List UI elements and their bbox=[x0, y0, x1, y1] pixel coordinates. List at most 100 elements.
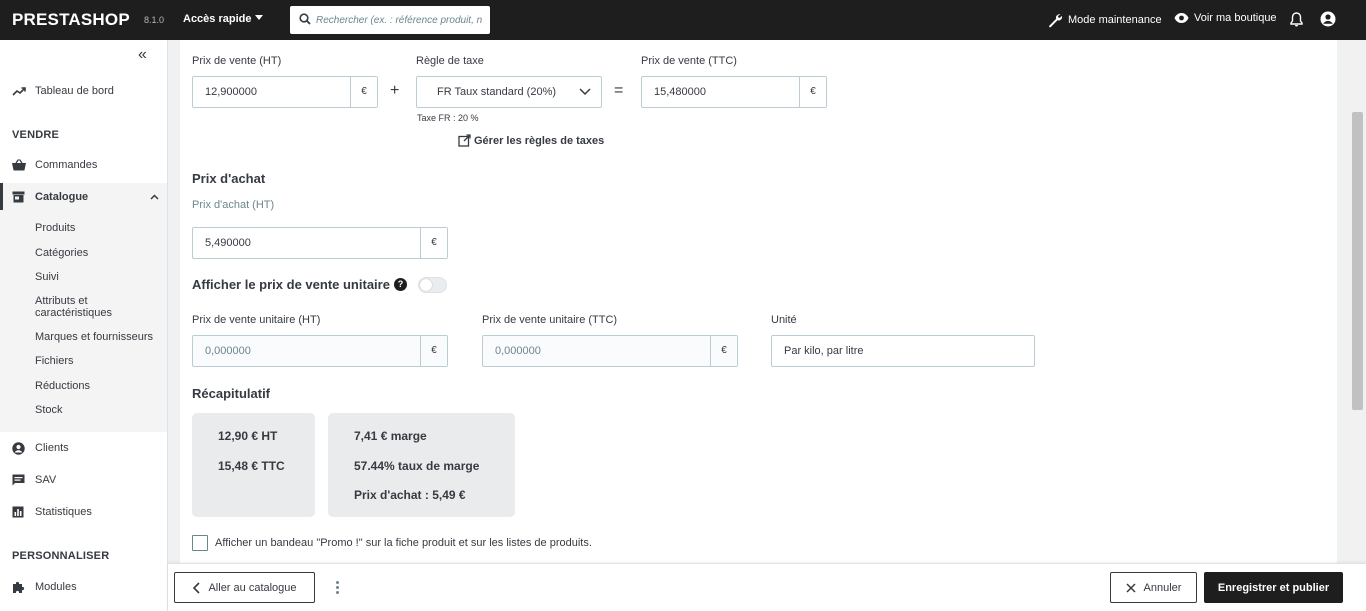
scrollbar[interactable] bbox=[1349, 40, 1366, 563]
user-circle-icon bbox=[12, 441, 25, 455]
sidebar-item-sav[interactable]: SAV bbox=[0, 473, 167, 487]
maintenance-mode-link[interactable]: Mode maintenance bbox=[1047, 12, 1162, 28]
tax-rule-value: FR Taux standard (20%) bbox=[437, 86, 557, 98]
retail-price-ttc-input[interactable]: 15,480000 € bbox=[641, 76, 827, 108]
external-link-icon bbox=[458, 134, 471, 147]
puzzle-icon bbox=[13, 581, 25, 593]
summary-margin: 7,41 € marge bbox=[354, 429, 427, 443]
sidebar-subitem-attributes[interactable]: Attributs et caractéristiques bbox=[35, 295, 145, 319]
prestashop-logo[interactable]: PRESTASHOP bbox=[12, 10, 130, 30]
plus-sign: + bbox=[390, 82, 400, 99]
quick-access-menu[interactable]: Accès rapide bbox=[183, 13, 264, 25]
unit-price-ttc-placeholder: 0,000000 bbox=[495, 345, 541, 357]
sidebar-item-label: Statistiques bbox=[35, 506, 92, 518]
message-icon bbox=[12, 474, 25, 486]
currency-addon: € bbox=[420, 228, 447, 258]
sidebar-subitem-files[interactable]: Fichiers bbox=[35, 355, 74, 367]
basket-icon bbox=[12, 159, 26, 171]
tax-rule-select[interactable]: FR Taux standard (20%) bbox=[416, 76, 602, 108]
sidebar-item-orders[interactable]: Commandes bbox=[0, 158, 167, 172]
sidebar-item-label: SAV bbox=[35, 474, 57, 486]
tax-hint: Taxe FR : 20 % bbox=[417, 113, 479, 123]
sidebar-item-label: Clients bbox=[35, 442, 69, 454]
chevron-down-icon bbox=[579, 88, 591, 96]
cost-price-label: Prix d'achat (HT) bbox=[192, 199, 275, 211]
store-icon bbox=[12, 191, 25, 203]
view-shop-label: Voir ma boutique bbox=[1194, 12, 1277, 24]
retail-price-ttc-label: Prix de vente (TTC) bbox=[641, 55, 737, 67]
currency-addon: € bbox=[350, 77, 377, 107]
caret-down-icon bbox=[255, 15, 264, 20]
equals-sign: = bbox=[614, 82, 624, 99]
more-options-icon[interactable] bbox=[336, 581, 339, 594]
sidebar-item-label: Catalogue bbox=[35, 191, 89, 203]
search-icon bbox=[299, 13, 311, 25]
sidebar-item-modules[interactable]: Modules bbox=[0, 580, 167, 594]
chevron-up-icon bbox=[150, 194, 159, 200]
sidebar-subitem-tracking[interactable]: Suivi bbox=[35, 271, 59, 283]
summary-title: Récapitulatif bbox=[192, 386, 271, 401]
back-to-catalog-label: Aller au catalogue bbox=[208, 581, 297, 594]
sidebar-item-dashboard[interactable]: Tableau de bord bbox=[0, 84, 167, 98]
sidebar-item-catalog[interactable]: Catalogue bbox=[0, 190, 167, 204]
sidebar-subitem-stock[interactable]: Stock bbox=[35, 404, 63, 416]
manage-tax-rules-link[interactable]: Gérer les règles de taxes bbox=[458, 134, 604, 147]
promo-checkbox-label: Afficher un bandeau "Promo !" sur la fic… bbox=[215, 537, 592, 549]
account-icon[interactable] bbox=[1320, 11, 1336, 27]
sidebar-item-stats[interactable]: Statistiques bbox=[0, 505, 167, 519]
sidebar-subitem-categories[interactable]: Catégories bbox=[35, 247, 88, 259]
currency-addon: € bbox=[710, 336, 737, 366]
save-and-publish-label: Enregistrer et publier bbox=[1217, 581, 1330, 594]
sidebar-item-label: Modules bbox=[35, 581, 77, 593]
sidebar-item-label: Tableau de bord bbox=[35, 85, 114, 97]
bell-icon[interactable] bbox=[1290, 12, 1303, 27]
help-icon[interactable]: ? bbox=[394, 278, 407, 291]
cost-price-title: Prix d'achat bbox=[192, 171, 266, 186]
summary-price-ttc: 15,48 € TTC bbox=[218, 459, 285, 473]
scrollbar-thumb[interactable] bbox=[1352, 112, 1363, 410]
sidebar: « Tableau de bord VENDRE Commandes Catal… bbox=[0, 40, 168, 611]
bar-chart-icon bbox=[12, 506, 24, 518]
currency-addon: € bbox=[420, 336, 447, 366]
collapse-sidebar-icon[interactable]: « bbox=[138, 46, 147, 64]
sidebar-subitem-brands[interactable]: Marques et fournisseurs bbox=[35, 331, 153, 343]
retail-price-ht-input[interactable]: 12,900000 € bbox=[192, 76, 378, 108]
toggle-knob bbox=[420, 279, 432, 291]
cancel-label: Annuler bbox=[1143, 581, 1182, 594]
sidebar-subitem-products[interactable]: Produits bbox=[35, 222, 75, 234]
view-shop-link[interactable]: Voir ma boutique bbox=[1174, 12, 1277, 24]
section-title-customize: PERSONNALISER bbox=[12, 550, 110, 562]
eye-icon bbox=[1174, 13, 1189, 23]
quick-access-label: Accès rapide bbox=[183, 13, 252, 25]
cancel-button[interactable]: Annuler bbox=[1110, 572, 1197, 603]
sidebar-item-customers[interactable]: Clients bbox=[0, 441, 167, 455]
section-title-sell: VENDRE bbox=[12, 129, 60, 141]
sidebar-item-label: Commandes bbox=[35, 159, 98, 171]
unit-price-toggle[interactable] bbox=[418, 277, 447, 293]
tax-rule-label: Règle de taxe bbox=[416, 55, 484, 67]
search-box[interactable] bbox=[290, 6, 490, 34]
search-input[interactable] bbox=[316, 10, 484, 30]
summary-card-margin: 7,41 € marge 57.44% taux de marge Prix d… bbox=[328, 413, 515, 517]
back-to-catalog-button[interactable]: Aller au catalogue bbox=[174, 572, 315, 603]
retail-price-ht-label: Prix de vente (HT) bbox=[192, 55, 282, 67]
unit-input[interactable]: Par kilo, par litre bbox=[771, 335, 1035, 367]
unit-price-ht-input[interactable]: 0,000000 € bbox=[192, 335, 448, 367]
summary-cost-price: Prix d'achat : 5,49 € bbox=[354, 488, 466, 502]
retail-price-ht-value: 12,900000 bbox=[205, 86, 257, 98]
unit-label: Unité bbox=[771, 314, 797, 326]
unit-placeholder: Par kilo, par litre bbox=[784, 345, 864, 357]
manage-tax-rules-label: Gérer les règles de taxes bbox=[474, 134, 605, 147]
unit-price-title: Afficher le prix de vente unitaire bbox=[192, 277, 390, 292]
promo-checkbox[interactable] bbox=[192, 535, 208, 551]
wrench-icon bbox=[1049, 14, 1063, 28]
sidebar-subitem-discounts[interactable]: Réductions bbox=[35, 380, 90, 392]
pricing-panel: Prix de vente (HT) 12,900000 € + Règle d… bbox=[180, 40, 1337, 563]
summary-price-ht: 12,90 € HT bbox=[218, 429, 278, 443]
unit-price-ttc-input[interactable]: 0,000000 € bbox=[482, 335, 738, 367]
save-and-publish-button[interactable]: Enregistrer et publier bbox=[1204, 572, 1343, 603]
currency-addon: € bbox=[799, 77, 826, 107]
cost-price-value: 5,490000 bbox=[205, 237, 251, 249]
cost-price-input[interactable]: 5,490000 € bbox=[192, 227, 448, 259]
maintenance-label: Mode maintenance bbox=[1068, 14, 1162, 26]
